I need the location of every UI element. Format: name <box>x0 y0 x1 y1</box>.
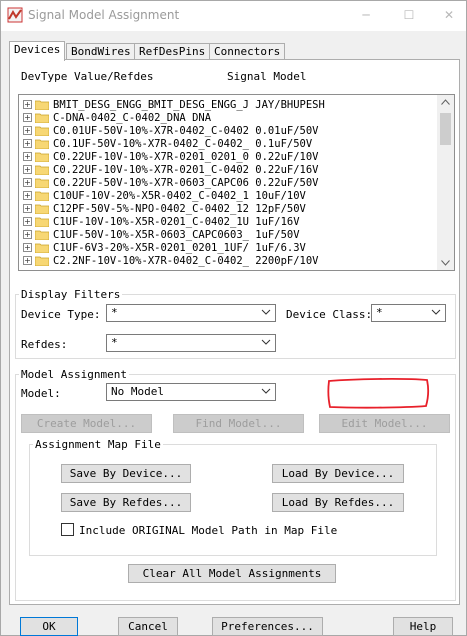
scroll-up-icon[interactable] <box>441 99 450 105</box>
device-class-value: * <box>376 306 383 319</box>
tab-devices[interactable]: Devices <box>9 41 66 61</box>
list-item-label: C10UF-10V-20%-X5R-0402_C-0402_1 10uF/10V <box>53 190 306 202</box>
folder-icon <box>35 126 49 136</box>
devtype-column-header: DevType Value/Refdes <box>21 70 154 83</box>
signal-model-column-header: Signal Model <box>227 70 307 83</box>
expand-icon[interactable]: + <box>23 230 32 239</box>
list-item-label: C0.22UF-50V-10%-X7R-0603_CAPC06 0.22uF/5… <box>53 177 319 189</box>
chevron-down-icon <box>261 339 271 345</box>
expand-icon[interactable]: + <box>23 178 32 187</box>
expand-icon[interactable]: + <box>23 152 32 161</box>
expand-icon[interactable]: + <box>23 256 32 265</box>
title-bar: Signal Model Assignment ─ ☐ ✕ <box>1 1 466 31</box>
device-type-label: Device Type: <box>21 308 101 321</box>
list-item-label: C1UF-6V3-20%-X5R-0201_0201_1UF/ 1uF/6.3V <box>53 242 306 254</box>
folder-icon <box>35 165 49 175</box>
window-title: Signal Model Assignment <box>28 8 180 22</box>
close-button[interactable]: ✕ <box>434 5 464 25</box>
ok-button[interactable]: OK <box>20 617 78 636</box>
refdes-value: * <box>111 336 118 349</box>
list-item-label: C2.2NF-10V-10%-X7R-0402_C-0402_ 2200pF/1… <box>53 255 319 267</box>
chevron-down-icon <box>261 309 271 315</box>
cancel-button[interactable]: Cancel <box>118 617 178 636</box>
red-annotation-box <box>327 378 429 409</box>
list-item-label: C0.1UF-50V-10%-X7R-0402_C-0402_ 0.1uF/50… <box>53 138 313 150</box>
expand-icon[interactable]: + <box>23 165 32 174</box>
folder-icon <box>35 139 49 149</box>
create-model-button[interactable]: Create Model... <box>21 414 152 433</box>
model-label: Model: <box>21 387 61 400</box>
save-by-device-button[interactable]: Save By Device... <box>61 464 191 483</box>
include-original-label: Include ORIGINAL Model Path in Map File <box>79 524 338 537</box>
list-item-label: C0.22UF-10V-10%-X7R-0201_C-0402 0.22uF/1… <box>53 164 319 176</box>
tab-label: BondWires <box>71 45 131 58</box>
folder-icon <box>35 178 49 188</box>
help-button[interactable]: Help <box>393 617 453 636</box>
list-item-label: C0.22UF-10V-10%-X7R-0201_0201_0 0.22uF/1… <box>53 151 319 163</box>
list-item-label: C-DNA-0402_C-0402_DNA DNA <box>53 112 212 124</box>
display-filters-title: Display Filters <box>19 288 123 301</box>
folder-icon <box>35 243 49 253</box>
folder-icon <box>35 256 49 266</box>
list-item-label: C12PF-50V-5%-NPO-0402_C-0402_12 12pF/50V <box>53 203 306 215</box>
refdes-label: Refdes: <box>21 338 68 351</box>
folder-icon <box>35 100 49 110</box>
maximize-button[interactable]: ☐ <box>394 5 424 25</box>
tab-label: RefDesPins <box>139 45 206 58</box>
vertical-scrollbar[interactable] <box>437 95 454 270</box>
load-by-device-button[interactable]: Load By Device... <box>272 464 404 483</box>
folder-icon <box>35 204 49 214</box>
tab-connectors[interactable]: Connectors <box>209 43 286 60</box>
scroll-thumb[interactable] <box>440 113 451 145</box>
list-item-label: C1UF-50V-10%-X5R-0603_CAPC0603_ 1uF/50V <box>53 229 300 241</box>
tab-label: Devices <box>14 43 61 56</box>
preferences-button[interactable]: Preferences... <box>212 617 323 636</box>
minimize-button[interactable]: ─ <box>351 5 381 25</box>
assignment-map-title: Assignment Map File <box>33 438 163 451</box>
edit-model-button[interactable]: Edit Model... <box>319 414 450 433</box>
expand-icon[interactable]: + <box>23 139 32 148</box>
device-type-combo[interactable]: * <box>106 304 276 322</box>
tab-label: Connectors <box>214 45 281 58</box>
device-type-value: * <box>111 306 118 319</box>
list-item-label: C0.01UF-50V-10%-X7R-0402_C-0402 0.01uF/5… <box>53 125 319 137</box>
model-assignment-title: Model Assignment <box>19 368 129 381</box>
include-original-checkbox[interactable] <box>61 523 74 536</box>
list-item-label: BMIT_DESG_ENGG_BMIT_DESG_ENGG_J JAY/BHUP… <box>53 99 325 111</box>
model-combo[interactable]: No Model <box>106 383 276 401</box>
folder-icon <box>35 152 49 162</box>
save-by-refdes-button[interactable]: Save By Refdes... <box>61 493 191 512</box>
refdes-combo[interactable]: * <box>106 334 276 352</box>
find-model-button[interactable]: Find Model... <box>173 414 304 433</box>
scroll-down-icon[interactable] <box>441 260 450 266</box>
tab-refdespins[interactable]: RefDesPins <box>134 43 211 60</box>
expand-icon[interactable]: + <box>23 100 32 109</box>
list-item-label: C1UF-10V-10%-X5R-0201_C-0402_1U 1uF/16V <box>53 216 300 228</box>
expand-icon[interactable]: + <box>23 204 32 213</box>
chevron-down-icon <box>431 309 441 315</box>
device-class-combo[interactable]: * <box>371 304 446 322</box>
folder-icon <box>35 113 49 123</box>
tab-bondwires[interactable]: BondWires <box>66 43 136 60</box>
load-by-refdes-button[interactable]: Load By Refdes... <box>272 493 404 512</box>
folder-icon <box>35 230 49 240</box>
expand-icon[interactable]: + <box>23 113 32 122</box>
expand-icon[interactable]: + <box>23 217 32 226</box>
chevron-down-icon <box>261 388 271 394</box>
expand-icon[interactable]: + <box>23 191 32 200</box>
device-class-label: Device Class: <box>286 308 373 321</box>
device-tree-list[interactable]: + BMIT_DESG_ENGG_BMIT_DESG_ENGG_J JAY/BH… <box>18 94 455 271</box>
clear-all-assignments-button[interactable]: Clear All Model Assignments <box>128 564 336 583</box>
folder-icon <box>35 217 49 227</box>
app-icon <box>7 7 23 23</box>
expand-icon[interactable]: + <box>23 126 32 135</box>
folder-icon <box>35 191 49 201</box>
dialog-window: Signal Model Assignment ─ ☐ ✕ Devices Bo… <box>0 0 467 636</box>
expand-icon[interactable]: + <box>23 243 32 252</box>
model-value: No Model <box>111 385 164 398</box>
